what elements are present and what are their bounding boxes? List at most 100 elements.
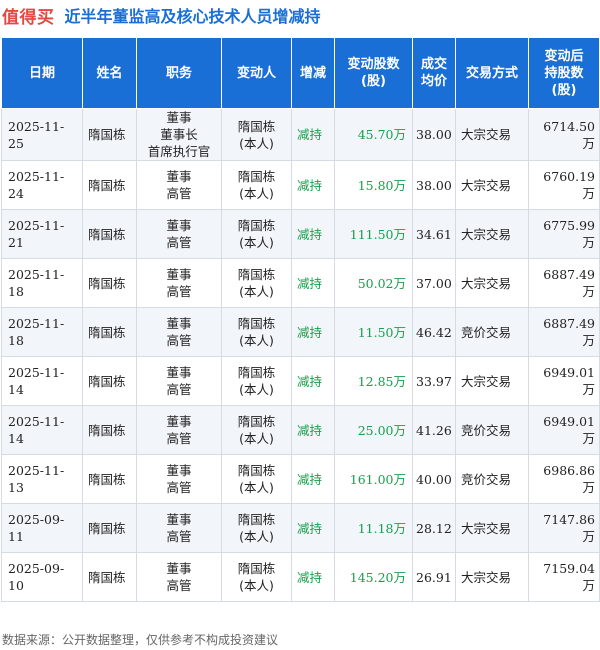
cell-after: 6949.01万 [528,405,600,455]
cell-action: 减持 [291,108,335,161]
cell-name: 隋国栋 [82,552,137,602]
cell-action: 减持 [291,258,335,308]
cell-action: 减持 [291,160,335,210]
cell-position: 董事 高管 [136,160,222,210]
cell-mode: 大宗交易 [455,356,529,406]
cell-shares: 25.00万 [334,405,413,455]
cell-mode: 大宗交易 [455,160,529,210]
cell-position: 董事 高管 [136,258,222,308]
column-header-mode: 交易方式 [455,37,529,109]
cell-mode: 竞价交易 [455,307,529,357]
cell-date: 2025-11-18 [1,258,83,308]
data-source-note: 数据来源：公开数据整理，仅供参考不构成投资建议 [2,633,279,647]
cell-date: 2025-11-14 [1,356,83,406]
page-header: 值得买 近半年董监高及核心技术人员增减持 [0,0,600,30]
cell-mode: 竞价交易 [455,454,529,504]
cell-date: 2025-11-18 [1,307,83,357]
cell-action: 减持 [291,356,335,406]
cell-shares: 161.00万 [334,454,413,504]
column-header-action: 增减 [291,37,335,109]
cell-after: 6714.50万 [528,108,600,161]
cell-name: 隋国栋 [82,209,137,259]
cell-after: 7159.04万 [528,552,600,602]
cell-price: 38.00 [412,108,456,161]
cell-shares: 145.20万 [334,552,413,602]
column-header-date: 日期 [1,37,83,109]
cell-name: 隋国栋 [82,356,137,406]
cell-after: 7147.86万 [528,503,600,553]
cell-price: 41.26 [412,405,456,455]
cell-shares: 11.50万 [334,307,413,357]
cell-price: 34.61 [412,209,456,259]
cell-person: 隋国栋 (本人) [221,356,292,406]
table-row: 2025-11-13 隋国栋 董事 高管 隋国栋 (本人) 减持 161.00万 40.00 竞价… [1,454,600,504]
cell-position: 董事 高管 [136,454,222,504]
cell-name: 隋国栋 [82,454,137,504]
table-header-row: 日期 姓名 职务 变动人 增减 变动股数 (股) 成交 均价 交易方式 变动后 持股数 (股) [1,37,600,109]
cell-mode: 大宗交易 [455,503,529,553]
table-row: 2025-11-18 隋国栋 董事 高管 隋国栋 (本人) 减持 50.02万 37.00 大宗交… [1,258,600,308]
column-header-after: 变动后 持股数 (股) [528,37,600,109]
cell-shares: 111.50万 [334,209,413,259]
cell-action: 减持 [291,405,335,455]
cell-shares: 12.85万 [334,356,413,406]
cell-name: 隋国栋 [82,160,137,210]
cell-person: 隋国栋 (本人) [221,552,292,602]
cell-date: 2025-11-25 [1,108,83,161]
page-title: 近半年董监高及核心技术人员增减持 [64,7,321,26]
cell-date: 2025-11-14 [1,405,83,455]
cell-after: 6775.99万 [528,209,600,259]
cell-shares: 45.70万 [334,108,413,161]
cell-name: 隋国栋 [82,405,137,455]
cell-price: 28.12 [412,503,456,553]
table-row: 2025-11-25 隋国栋 董事 董事长 首席执行官 隋国栋 (本人) 减持 45.70万 38… [1,108,600,161]
brand-logo: 值得买 [2,7,55,28]
cell-name: 隋国栋 [82,108,137,161]
cell-action: 减持 [291,307,335,357]
cell-date: 2025-09-10 [1,552,83,602]
cell-shares: 11.18万 [334,503,413,553]
cell-person: 隋国栋 (本人) [221,405,292,455]
cell-person: 隋国栋 (本人) [221,258,292,308]
cell-name: 隋国栋 [82,307,137,357]
cell-date: 2025-11-24 [1,160,83,210]
table-row: 2025-11-24 隋国栋 董事 高管 隋国栋 (本人) 减持 15.80万 38.00 大宗交… [1,160,600,210]
column-header-name: 姓名 [82,37,137,109]
cell-position: 董事 高管 [136,209,222,259]
cell-position: 董事 高管 [136,552,222,602]
cell-name: 隋国栋 [82,503,137,553]
cell-price: 37.00 [412,258,456,308]
column-header-position: 职务 [136,37,222,109]
cell-position: 董事 高管 [136,503,222,553]
cell-mode: 竞价交易 [455,405,529,455]
cell-person: 隋国栋 (本人) [221,209,292,259]
cell-after: 6887.49万 [528,307,600,357]
cell-action: 减持 [291,454,335,504]
column-header-person: 变动人 [221,37,292,109]
table-row: 2025-11-18 隋国栋 董事 高管 隋国栋 (本人) 减持 11.50万 46.42 竞价交… [1,307,600,357]
table-row: 2025-09-10 隋国栋 董事 高管 隋国栋 (本人) 减持 145.20万 26.91 大宗… [1,552,600,602]
cell-after: 6887.49万 [528,258,600,308]
cell-price: 38.00 [412,160,456,210]
column-header-shares: 变动股数 (股) [334,37,413,109]
cell-person: 隋国栋 (本人) [221,160,292,210]
cell-shares: 50.02万 [334,258,413,308]
column-header-price: 成交 均价 [412,37,456,109]
cell-action: 减持 [291,209,335,259]
cell-action: 减持 [291,552,335,602]
insider-trades-table: 日期 姓名 职务 变动人 增减 变动股数 (股) 成交 均价 交易方式 变动后 持股数 (股) 2025… [1,37,600,602]
cell-after: 6760.19万 [528,160,600,210]
table-row: 2025-11-21 隋国栋 董事 高管 隋国栋 (本人) 减持 111.50万 34.61 大宗… [1,209,600,259]
cell-position: 董事 董事长 首席执行官 [136,108,222,161]
cell-after: 6986.86万 [528,454,600,504]
cell-mode: 大宗交易 [455,552,529,602]
cell-date: 2025-11-13 [1,454,83,504]
cell-position: 董事 高管 [136,356,222,406]
cell-after: 6949.01万 [528,356,600,406]
cell-person: 隋国栋 (本人) [221,307,292,357]
cell-position: 董事 高管 [136,307,222,357]
table-row: 2025-09-11 隋国栋 董事 高管 隋国栋 (本人) 减持 11.18万 28.12 大宗交… [1,503,600,553]
cell-price: 33.97 [412,356,456,406]
cell-price: 46.42 [412,307,456,357]
cell-name: 隋国栋 [82,258,137,308]
